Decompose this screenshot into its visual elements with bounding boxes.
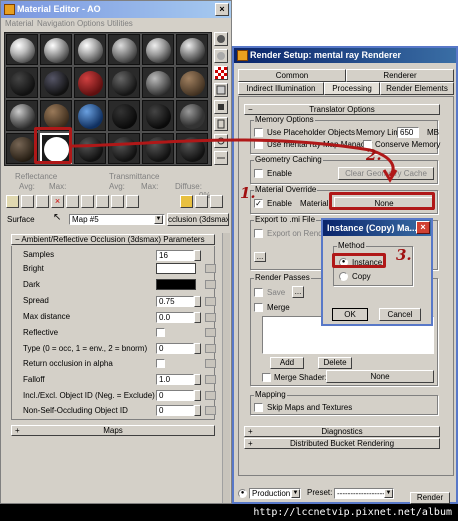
annotation-box-material-button bbox=[329, 192, 435, 210]
watermark-text: http://lccnetvip.pixnet.net/album bbox=[253, 507, 452, 518]
annotation-step-3: 3. bbox=[396, 246, 412, 264]
annotation-step-1: 1. bbox=[240, 184, 256, 202]
annotation-step-2: 2. bbox=[366, 146, 382, 164]
annotation-box-instance bbox=[332, 253, 386, 268]
annotation-arrow bbox=[69, 138, 398, 183]
annotation-box-sample-slot bbox=[34, 127, 72, 164]
watermark-bar: http://lccnetvip.pixnet.net/album bbox=[0, 504, 458, 521]
